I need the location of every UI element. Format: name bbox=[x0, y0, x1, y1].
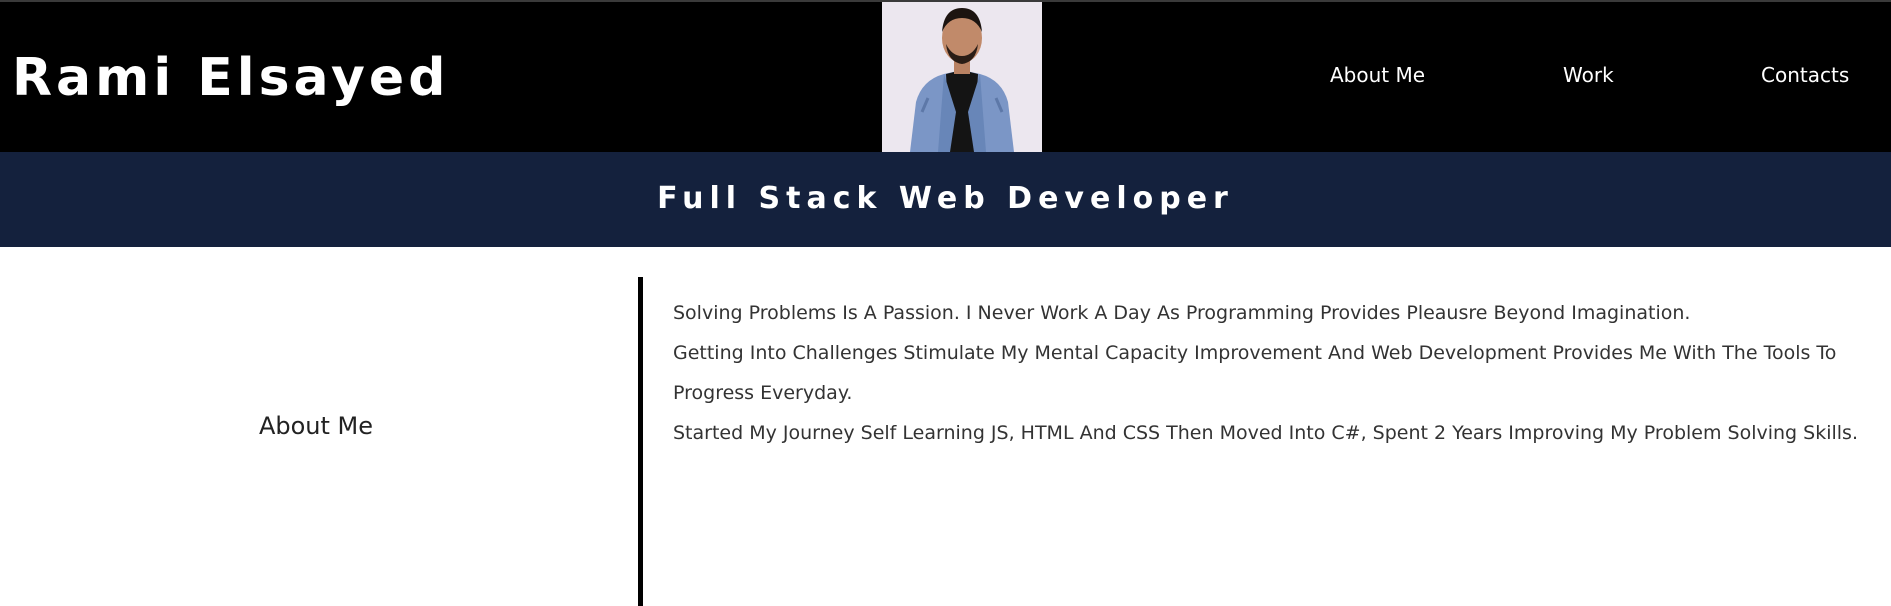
nav-link-about-me[interactable]: About Me bbox=[1330, 62, 1425, 88]
nav-link-work[interactable]: Work bbox=[1563, 62, 1614, 88]
vertical-divider bbox=[638, 277, 643, 606]
about-text: Solving Problems Is A Passion. I Never W… bbox=[673, 293, 1873, 453]
nav-link-contacts[interactable]: Contacts bbox=[1761, 62, 1849, 88]
brand-name: Rami Elsayed bbox=[12, 48, 450, 108]
person-photo-icon bbox=[882, 2, 1042, 152]
banner-title: Full Stack Web Developer bbox=[657, 181, 1234, 216]
about-heading: About Me bbox=[258, 412, 374, 440]
site-header: Rami Elsayed About Me Work Contacts bbox=[0, 2, 1891, 152]
title-banner: Full Stack Web Developer bbox=[0, 152, 1891, 247]
about-paragraph: Getting Into Challenges Stimulate My Men… bbox=[673, 342, 1837, 404]
about-paragraph: Started My Journey Self Learning JS, HTM… bbox=[673, 422, 1858, 444]
profile-photo bbox=[882, 2, 1042, 152]
about-paragraph: Solving Problems Is A Passion. I Never W… bbox=[673, 302, 1691, 324]
